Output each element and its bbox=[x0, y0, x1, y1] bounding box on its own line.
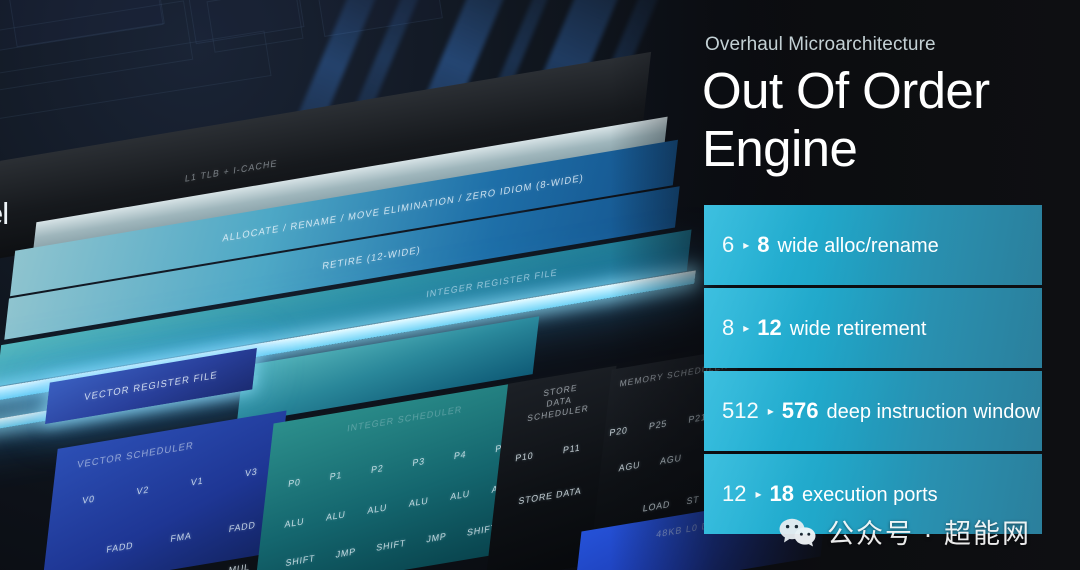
arrow-right-icon: ▸ bbox=[755, 487, 762, 501]
block-label: VECTOR REGISTER FILE bbox=[83, 369, 219, 403]
arrow-right-icon: ▸ bbox=[743, 238, 750, 252]
spec-card-alloc-rename: 6 ▸ 8 wide alloc/rename bbox=[704, 205, 1042, 285]
headline-line-2: Engine bbox=[702, 120, 858, 177]
page-title: Out Of Order Engine bbox=[702, 62, 990, 178]
value-from: 512 bbox=[722, 398, 759, 423]
spec-label: wide alloc/rename bbox=[777, 235, 939, 257]
intel-logo-partial: el bbox=[0, 196, 9, 231]
value-to: 8 bbox=[757, 232, 770, 257]
spec-card-instruction-window: 512 ▸ 576 deep instruction window bbox=[704, 371, 1042, 451]
spec-line: 6 ▸ 8 wide alloc/rename bbox=[722, 232, 939, 258]
block-label: INTEGER REGISTER FILE bbox=[425, 267, 559, 300]
spec-card-retirement: 8 ▸ 12 wide retirement bbox=[704, 288, 1042, 368]
block-label: L1 TLB + I-CACHE bbox=[184, 157, 279, 184]
spec-label: deep instruction window bbox=[826, 401, 1040, 423]
spec-line: 512 ▸ 576 deep instruction window bbox=[722, 398, 1040, 424]
wechat-icon bbox=[778, 517, 818, 547]
arrow-right-icon: ▸ bbox=[743, 321, 750, 335]
value-to: 576 bbox=[781, 398, 819, 423]
block-label: RETIRE (12-WIDE) bbox=[321, 244, 422, 272]
arrow-right-icon: ▸ bbox=[767, 404, 774, 418]
watermark: 公众号 · 超能网 bbox=[778, 512, 1031, 551]
watermark-text: 公众号 · 超能网 bbox=[827, 519, 1031, 549]
value-from: 12 bbox=[722, 481, 747, 506]
value-from: 6 bbox=[722, 232, 735, 257]
spec-line: 12 ▸ 18 execution ports bbox=[722, 481, 938, 507]
value-to: 12 bbox=[757, 315, 782, 340]
spec-card-list: 6 ▸ 8 wide alloc/rename 8 ▸ 12 wide reti… bbox=[704, 205, 1042, 537]
spec-label: wide retirement bbox=[789, 318, 927, 340]
spec-label: execution ports bbox=[802, 484, 938, 506]
block-label: VECTOR SCHEDULER bbox=[76, 440, 195, 472]
slide-root: L1 TLB + I-CACHE ALLOCATE / RENAME / MOV… bbox=[0, 0, 1080, 570]
value-from: 8 bbox=[722, 315, 735, 340]
block-label: STORE DATA SCHEDULER bbox=[526, 382, 590, 424]
headline-line-1: Out Of Order bbox=[702, 62, 990, 119]
value-to: 18 bbox=[769, 481, 794, 506]
eyebrow-text: Overhaul Microarchitecture bbox=[705, 34, 936, 55]
spec-line: 8 ▸ 12 wide retirement bbox=[722, 315, 926, 341]
block-label: INTEGER SCHEDULER bbox=[346, 403, 463, 434]
